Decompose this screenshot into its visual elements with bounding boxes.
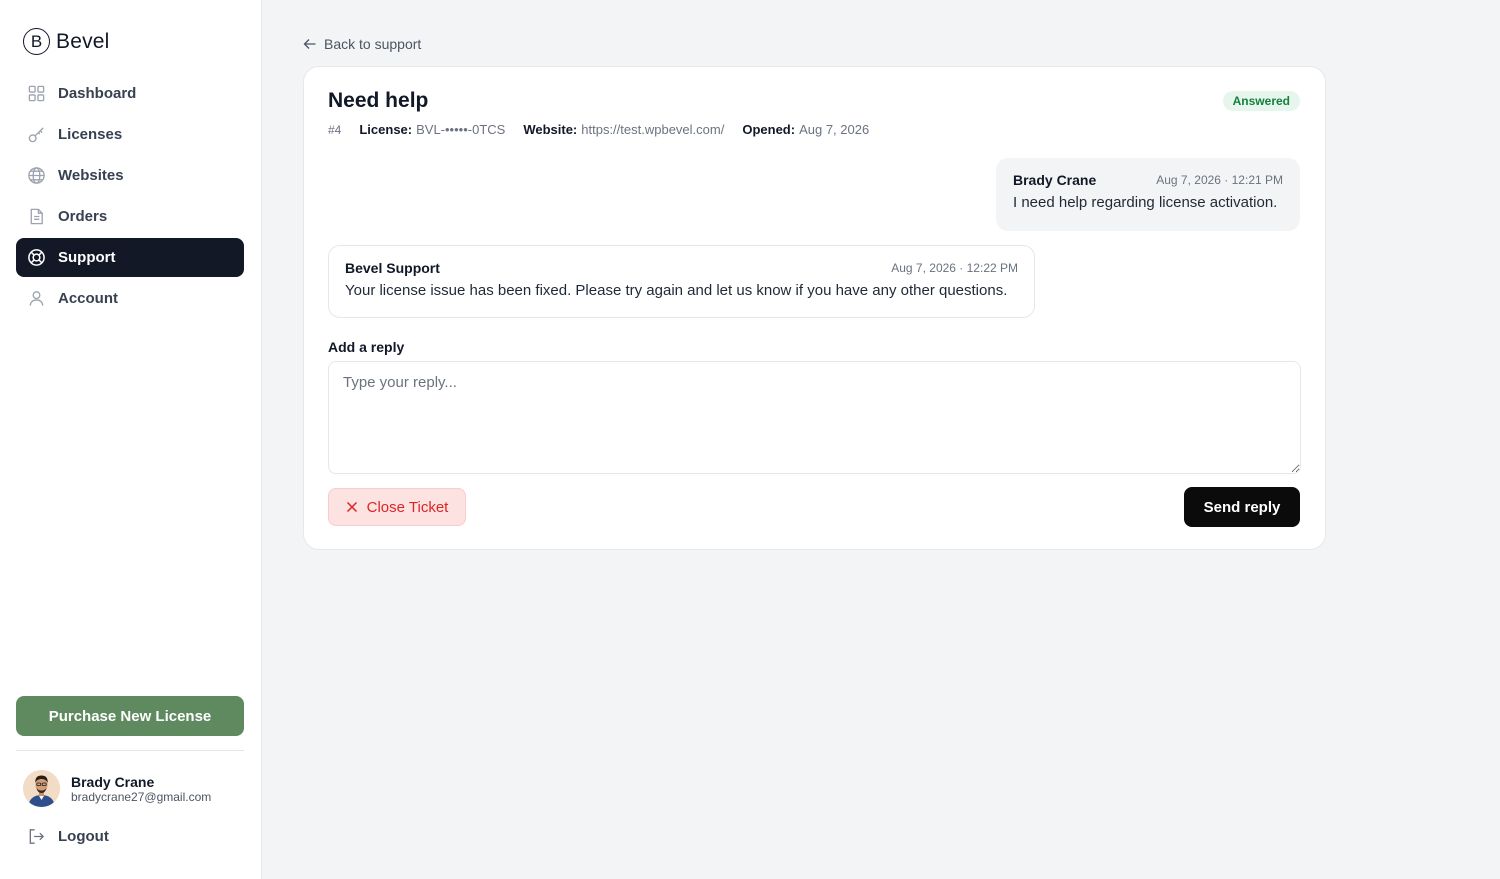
close-ticket-label: Close Ticket — [366, 498, 449, 516]
reply-label: Add a reply — [328, 339, 405, 355]
sidebar-item-label: Dashboard — [58, 85, 137, 102]
user-name: Brady Crane — [71, 773, 155, 790]
opened-label: Opened: — [742, 122, 796, 137]
message-support: Bevel Support Aug 7, 2026 · 12:22 PM You… — [328, 245, 1035, 318]
opened-value: Aug 7, 2026 — [799, 122, 870, 137]
license-value: BVL-•••••-0TCS — [416, 122, 506, 137]
sidebar-item-websites[interactable]: Websites — [16, 156, 244, 195]
purchase-new-license-button[interactable]: Purchase New License — [16, 696, 244, 736]
brand-name: Bevel — [56, 29, 110, 53]
sidebar-nav: Dashboard Licenses Websites Orders Suppo… — [16, 74, 244, 320]
grid-icon — [28, 85, 45, 102]
sidebar-divider — [16, 750, 244, 751]
status-badge: Answered — [1222, 91, 1300, 111]
brand[interactable]: B Bevel — [23, 28, 110, 55]
website-value: https://test.wpbevel.com/ — [581, 122, 725, 137]
ticket-website: Website: https://test.wpbevel.com/ — [523, 122, 724, 137]
sidebar: B Bevel Dashboard Licenses Websites Orde… — [0, 0, 262, 879]
message-body: Your license issue has been fixed. Pleas… — [345, 282, 1008, 299]
sidebar-item-licenses[interactable]: Licenses — [16, 115, 244, 154]
website-label: Website: — [523, 122, 578, 137]
close-icon — [346, 501, 357, 513]
sidebar-item-label: Websites — [58, 167, 124, 184]
back-link-label: Back to support — [324, 36, 422, 52]
avatar-image — [23, 770, 60, 807]
close-ticket-button[interactable]: Close Ticket — [328, 488, 466, 526]
user-profile[interactable]: Brady Crane bradycrane27@gmail.com — [23, 770, 211, 807]
sidebar-item-label: Account — [58, 290, 118, 307]
message-user: Brady Crane Aug 7, 2026 · 12:21 PM I nee… — [996, 158, 1300, 231]
user-email: bradycrane27@gmail.com — [71, 789, 212, 804]
document-icon — [30, 208, 43, 225]
message-time: Aug 7, 2026 · 12:21 PM — [1156, 173, 1283, 187]
ticket-title: Need help — [328, 89, 429, 112]
brand-logo-icon: B — [23, 28, 50, 55]
avatar — [23, 770, 60, 807]
license-label: License: — [359, 122, 413, 137]
sidebar-item-dashboard[interactable]: Dashboard — [16, 74, 244, 113]
sidebar-item-label: Orders — [58, 208, 108, 225]
ticket-meta: #4 License: BVL-•••••-0TCS Website: http… — [328, 122, 887, 137]
sidebar-item-support[interactable]: Support — [16, 238, 244, 277]
message-time: Aug 7, 2026 · 12:22 PM — [891, 261, 1018, 275]
sidebar-item-label: Support — [58, 249, 116, 266]
globe-icon — [28, 167, 45, 184]
user-icon — [29, 291, 44, 306]
send-reply-button[interactable]: Send reply — [1184, 487, 1300, 527]
message-author: Bevel Support — [345, 260, 440, 276]
back-to-support-link[interactable]: Back to support — [303, 36, 421, 52]
ticket-license: License: BVL-•••••-0TCS — [359, 122, 505, 137]
ticket-card: Need help Answered #4 License: BVL-•••••… — [303, 66, 1326, 550]
sidebar-item-orders[interactable]: Orders — [16, 197, 244, 236]
sidebar-item-label: Licenses — [58, 126, 123, 143]
message-author: Brady Crane — [1013, 172, 1097, 188]
logout-label: Logout — [58, 828, 109, 845]
key-icon — [28, 127, 44, 143]
reply-textarea[interactable] — [328, 361, 1301, 474]
arrow-left-icon — [303, 39, 316, 49]
ticket-opened: Opened: Aug 7, 2026 — [742, 122, 869, 137]
ticket-number: #4 — [328, 122, 342, 137]
logout-icon — [29, 829, 45, 844]
logout-button[interactable]: Logout — [27, 827, 109, 846]
lifebuoy-icon — [28, 249, 45, 266]
sidebar-item-account[interactable]: Account — [16, 279, 244, 318]
message-body: I need help regarding license activation… — [1013, 194, 1278, 211]
